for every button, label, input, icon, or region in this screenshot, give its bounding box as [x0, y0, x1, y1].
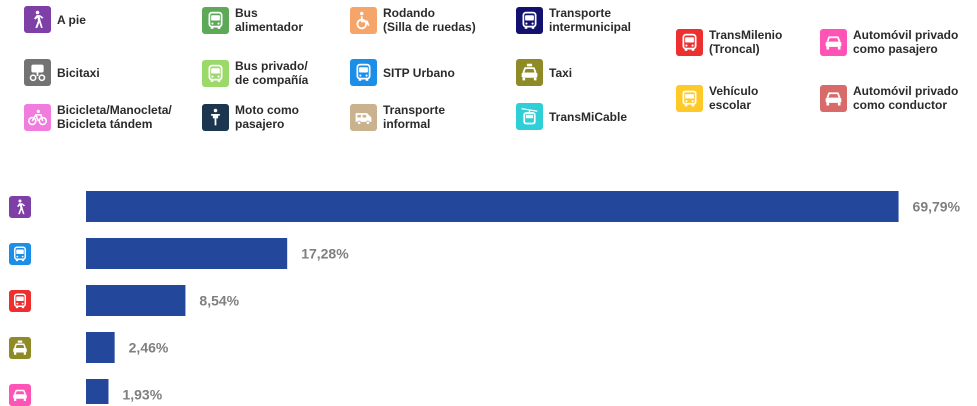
bar-5 [86, 379, 109, 404]
legend-label: A pie [57, 12, 86, 27]
legend-label: Automóvil privado como pasajero [853, 28, 959, 56]
car-icon [9, 383, 31, 406]
taxi-icon [516, 59, 543, 86]
van-icon [350, 103, 377, 131]
legend-label: Bicicleta/Manocleta/ Bicicleta tándem [57, 103, 172, 131]
legend-label: Bus privado/ de compañía [235, 59, 309, 87]
bar-chart-plot: 69,79% 17,28% 8,54% 2,46% 1,93% [86, 191, 961, 404]
legend-label: Taxi [549, 65, 573, 80]
legend-label: Transporte intermunicipal [549, 6, 632, 34]
legend-label: Bicitaxi [57, 65, 100, 80]
bar-3 [86, 285, 186, 316]
legend-item: TransMiCable [516, 103, 627, 130]
bus-icon [350, 59, 377, 86]
legend-item: Moto como pasajero [202, 103, 299, 131]
walker-icon [24, 6, 51, 33]
legend-item: TransMilenio (Troncal) [676, 28, 782, 56]
legend-label: TransMiCable [549, 109, 628, 124]
legend-label: Moto como pasajero [235, 103, 299, 131]
bar-value-label: 17,28% [301, 246, 349, 262]
legend-item: Bicicleta/Manocleta/ Bicicleta tándem [24, 103, 172, 131]
bar-1 [86, 191, 899, 222]
legend-item: A pie [24, 6, 86, 33]
bar-2 [86, 238, 288, 269]
legend-item: SITP Urbano [350, 59, 455, 86]
bus-icon [202, 59, 229, 87]
school-bus-icon [676, 84, 703, 112]
legend-item: Transporte informal [350, 103, 445, 131]
legend-item: Bus alimentador [202, 6, 303, 34]
bar-value-label: 8,54% [199, 293, 239, 309]
motorcycle-icon [202, 103, 229, 131]
bus-icon [202, 6, 229, 34]
wheelchair-icon [350, 6, 377, 34]
walker-icon [9, 195, 31, 218]
legend-item: Taxi [516, 59, 572, 86]
legend-label: Vehículo escolar [709, 84, 759, 112]
car-icon [820, 28, 847, 56]
bicycle-icon [24, 103, 51, 131]
legend-item: Rodando (Silla de ruedas) [350, 6, 476, 34]
bus-icon [9, 242, 31, 265]
bicitaxi-icon [24, 59, 51, 86]
legend-item: Automóvil privado como pasajero [820, 28, 958, 56]
bar-4 [86, 332, 115, 363]
bus-icon [516, 6, 543, 34]
cable-car-icon [516, 103, 543, 130]
bar-chart: 69,79% 17,28% 8,54% 2,46% 1,93% [0, 180, 977, 406]
bar-value-label: 2,46% [129, 340, 169, 356]
bar-value-label: 69,79% [913, 199, 961, 215]
legend-label: Automóvil privado como conductor [853, 84, 959, 112]
legend-item: Transporte intermunicipal [516, 6, 631, 34]
legend-item: Bus privado/ de compañía [202, 59, 308, 87]
legend-label: TransMilenio (Troncal) [709, 28, 783, 56]
car-icon [820, 84, 847, 112]
taxi-icon [9, 336, 31, 359]
bar-value-label: 1,93% [122, 387, 162, 403]
legend-label: SITP Urbano [383, 65, 455, 80]
legend-item: Bicitaxi [24, 59, 100, 86]
bus-icon [676, 28, 703, 56]
legend-label: Bus alimentador [235, 6, 304, 34]
legend-item: Automóvil privado como conductor [820, 84, 958, 112]
bus-icon [9, 289, 31, 312]
legend-label: Rodando (Silla de ruedas) [383, 6, 476, 34]
legend-item: Vehículo escolar [676, 84, 758, 112]
legend-label: Transporte informal [383, 103, 446, 131]
